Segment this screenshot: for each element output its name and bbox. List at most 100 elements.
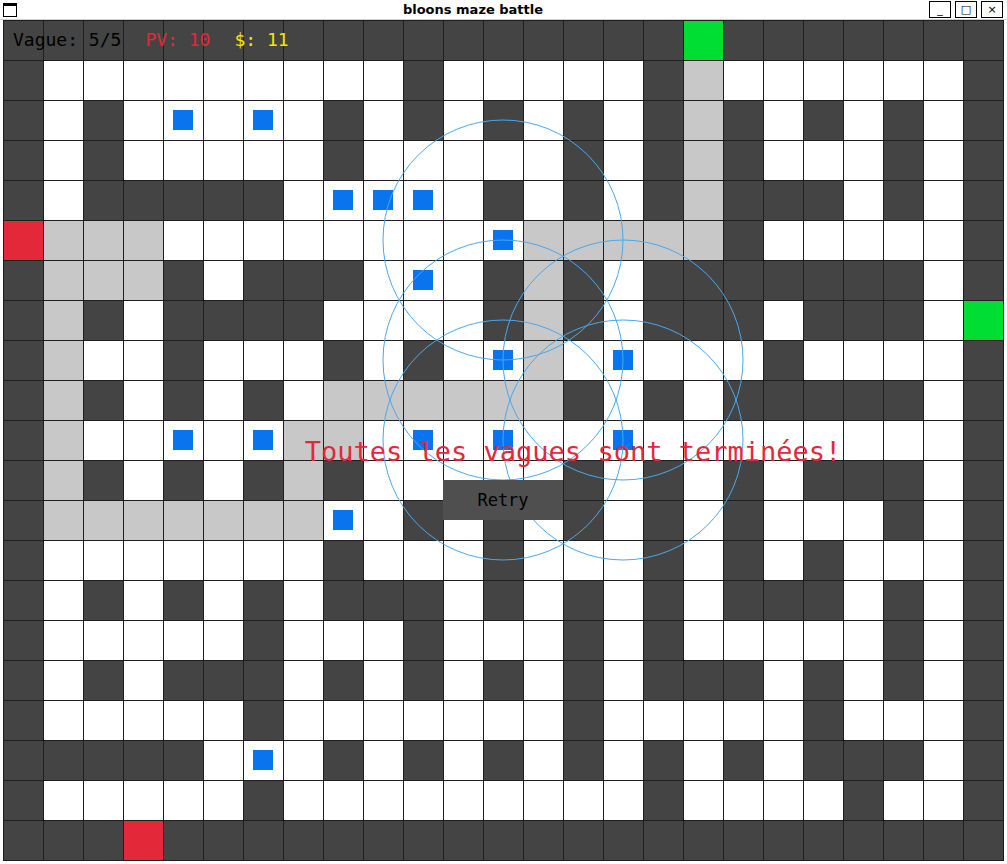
wall-cell[interactable] (963, 500, 1004, 541)
floor-cell[interactable] (603, 580, 644, 621)
wall-cell[interactable] (843, 300, 884, 341)
floor-cell[interactable] (843, 140, 884, 181)
floor-cell[interactable] (523, 540, 564, 581)
wall-cell[interactable] (963, 780, 1004, 821)
floor-cell[interactable] (763, 60, 804, 101)
floor-cell[interactable] (523, 140, 564, 181)
wall-cell[interactable] (323, 340, 364, 381)
wall-cell[interactable] (3, 380, 44, 421)
floor-cell[interactable] (603, 260, 644, 301)
floor-cell[interactable] (283, 700, 324, 741)
tower-cell[interactable] (403, 180, 444, 221)
wall-cell[interactable] (163, 660, 204, 701)
wall-cell[interactable] (723, 260, 764, 301)
wall-cell[interactable] (403, 100, 444, 141)
path-cell[interactable] (443, 380, 484, 421)
path-cell[interactable] (683, 100, 724, 141)
wall-cell[interactable] (83, 380, 124, 421)
wall-cell[interactable] (803, 100, 844, 141)
exit-cell[interactable] (683, 20, 724, 61)
floor-cell[interactable] (523, 180, 564, 221)
wall-cell[interactable] (723, 140, 764, 181)
wall-cell[interactable] (883, 660, 924, 701)
tower[interactable] (333, 510, 353, 530)
path-cell[interactable] (523, 220, 564, 261)
wall-cell[interactable] (723, 100, 764, 141)
wall-cell[interactable] (163, 380, 204, 421)
wall-cell[interactable] (243, 380, 284, 421)
wall-cell[interactable] (603, 820, 644, 861)
wall-cell[interactable] (163, 740, 204, 781)
floor-cell[interactable] (523, 60, 564, 101)
floor-cell[interactable] (923, 260, 964, 301)
floor-cell[interactable] (643, 340, 684, 381)
path-cell[interactable] (43, 340, 84, 381)
wall-cell[interactable] (483, 20, 524, 61)
path-cell[interactable] (683, 140, 724, 181)
floor-cell[interactable] (203, 580, 244, 621)
wall-cell[interactable] (243, 580, 284, 621)
floor-cell[interactable] (163, 60, 204, 101)
floor-cell[interactable] (283, 540, 324, 581)
path-cell[interactable] (123, 260, 164, 301)
wall-cell[interactable] (683, 820, 724, 861)
floor-cell[interactable] (203, 380, 244, 421)
wall-cell[interactable] (203, 660, 244, 701)
floor-cell[interactable] (763, 740, 804, 781)
wall-cell[interactable] (523, 20, 564, 61)
wall-cell[interactable] (403, 620, 444, 661)
floor-cell[interactable] (923, 540, 964, 581)
wall-cell[interactable] (963, 740, 1004, 781)
floor-cell[interactable] (683, 700, 724, 741)
floor-cell[interactable] (443, 340, 484, 381)
floor-cell[interactable] (923, 740, 964, 781)
wall-cell[interactable] (963, 580, 1004, 621)
path-cell[interactable] (83, 260, 124, 301)
floor-cell[interactable] (363, 660, 404, 701)
tower[interactable] (413, 270, 433, 290)
floor-cell[interactable] (283, 140, 324, 181)
floor-cell[interactable] (443, 740, 484, 781)
wall-cell[interactable] (643, 580, 684, 621)
floor-cell[interactable] (123, 140, 164, 181)
wall-cell[interactable] (603, 20, 644, 61)
floor-cell[interactable] (43, 700, 84, 741)
floor-cell[interactable] (563, 780, 604, 821)
floor-cell[interactable] (443, 660, 484, 701)
floor-cell[interactable] (523, 580, 564, 621)
floor-cell[interactable] (643, 700, 684, 741)
floor-cell[interactable] (243, 60, 284, 101)
floor-cell[interactable] (323, 780, 364, 821)
floor-cell[interactable] (323, 620, 364, 661)
wall-cell[interactable] (163, 300, 204, 341)
wall-cell[interactable] (963, 340, 1004, 381)
floor-cell[interactable] (923, 700, 964, 741)
wall-cell[interactable] (803, 540, 844, 581)
floor-cell[interactable] (403, 220, 444, 261)
wall-cell[interactable] (803, 660, 844, 701)
floor-cell[interactable] (843, 700, 884, 741)
wall-cell[interactable] (563, 140, 604, 181)
floor-cell[interactable] (683, 540, 724, 581)
wall-cell[interactable] (963, 380, 1004, 421)
wall-cell[interactable] (3, 300, 44, 341)
path-cell[interactable] (163, 500, 204, 541)
path-cell[interactable] (123, 500, 164, 541)
wall-cell[interactable] (43, 740, 84, 781)
path-cell[interactable] (683, 220, 724, 261)
floor-cell[interactable] (843, 100, 884, 141)
floor-cell[interactable] (363, 220, 404, 261)
floor-cell[interactable] (403, 300, 444, 341)
wall-cell[interactable] (963, 220, 1004, 261)
floor-cell[interactable] (603, 540, 644, 581)
wall-cell[interactable] (323, 660, 364, 701)
floor-cell[interactable] (43, 180, 84, 221)
wall-cell[interactable] (643, 740, 684, 781)
floor-cell[interactable] (723, 340, 764, 381)
tower[interactable] (333, 190, 353, 210)
wall-cell[interactable] (243, 700, 284, 741)
wall-cell[interactable] (643, 60, 684, 101)
tower[interactable] (173, 110, 193, 130)
wall-cell[interactable] (963, 660, 1004, 701)
wall-cell[interactable] (563, 580, 604, 621)
